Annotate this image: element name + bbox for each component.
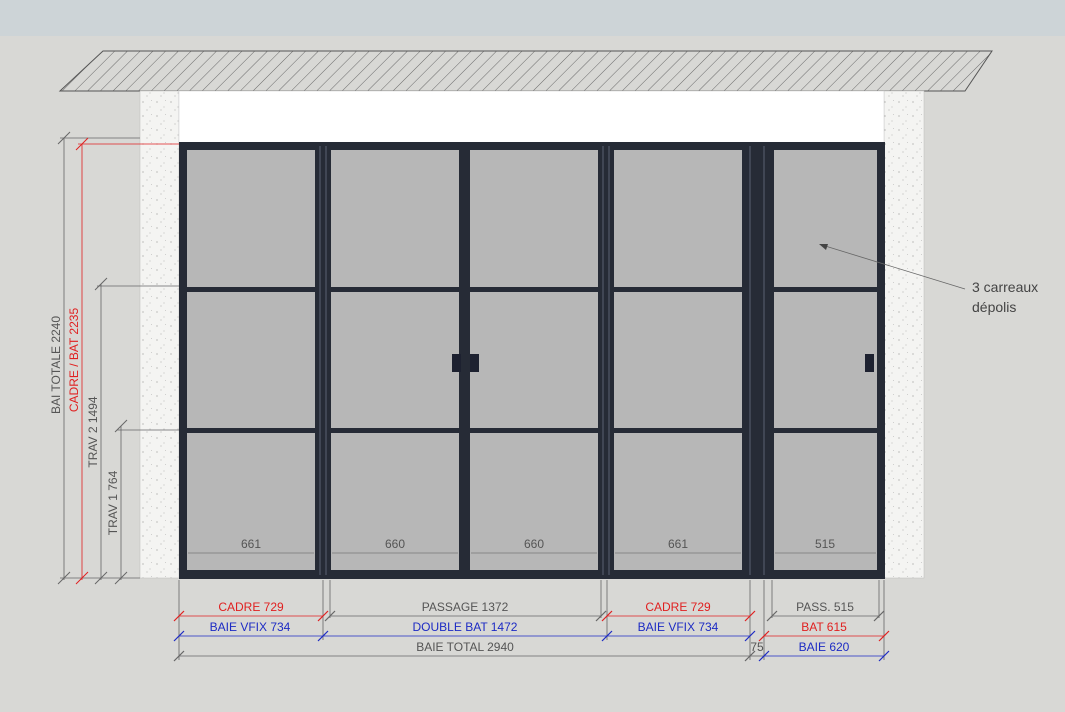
ceiling-slab [58,50,993,92]
dim-trav2: TRAV 2 1494 [86,396,100,467]
dim-passage: PASSAGE 1372 [422,600,509,614]
elevation-drawing: 661 660 660 661 515 BAI TOTALE 2240 CADR… [0,0,1065,707]
note-line-2: dépolis [972,299,1016,315]
lintel-panel [178,90,885,144]
elevation-svg: 661 660 660 661 515 BAI TOTALE 2240 CADR… [0,0,1065,662]
dim-cadre-right: CADRE 729 [645,600,711,614]
dim-baie-total: BAIE TOTAL 2940 [416,640,514,654]
glass-width-3: 660 [524,537,544,551]
sky-band [0,0,1065,36]
dim-baie-vfix-left: BAIE VFIX 734 [210,620,291,634]
dim-cadre-left: CADRE 729 [218,600,284,614]
dim-baie-small: BAIE 620 [799,640,850,654]
glass-width-1: 661 [241,537,261,551]
glass-width-2: 660 [385,537,405,551]
glass-width-5: 515 [815,537,835,551]
dim-gap: 75 [750,640,764,654]
glass-width-4: 661 [668,537,688,551]
dim-bai-totale: BAI TOTALE 2240 [49,316,63,414]
dim-baie-vfix-right: BAIE VFIX 734 [638,620,719,634]
door-handle-left [452,354,461,372]
left-wall [139,90,180,579]
dim-bat: BAT 615 [801,620,847,634]
note-line-1: 3 carreaux [972,279,1038,295]
door-handle-small [865,354,874,372]
dim-cadre-bat: CADRE / BAT 2235 [67,308,81,413]
dim-pass-small: PASS. 515 [796,600,854,614]
right-wall [883,90,925,579]
dim-trav1: TRAV 1 764 [106,470,120,535]
dim-double-bat: DOUBLE BAT 1472 [413,620,518,634]
door-handle-right [470,354,479,372]
